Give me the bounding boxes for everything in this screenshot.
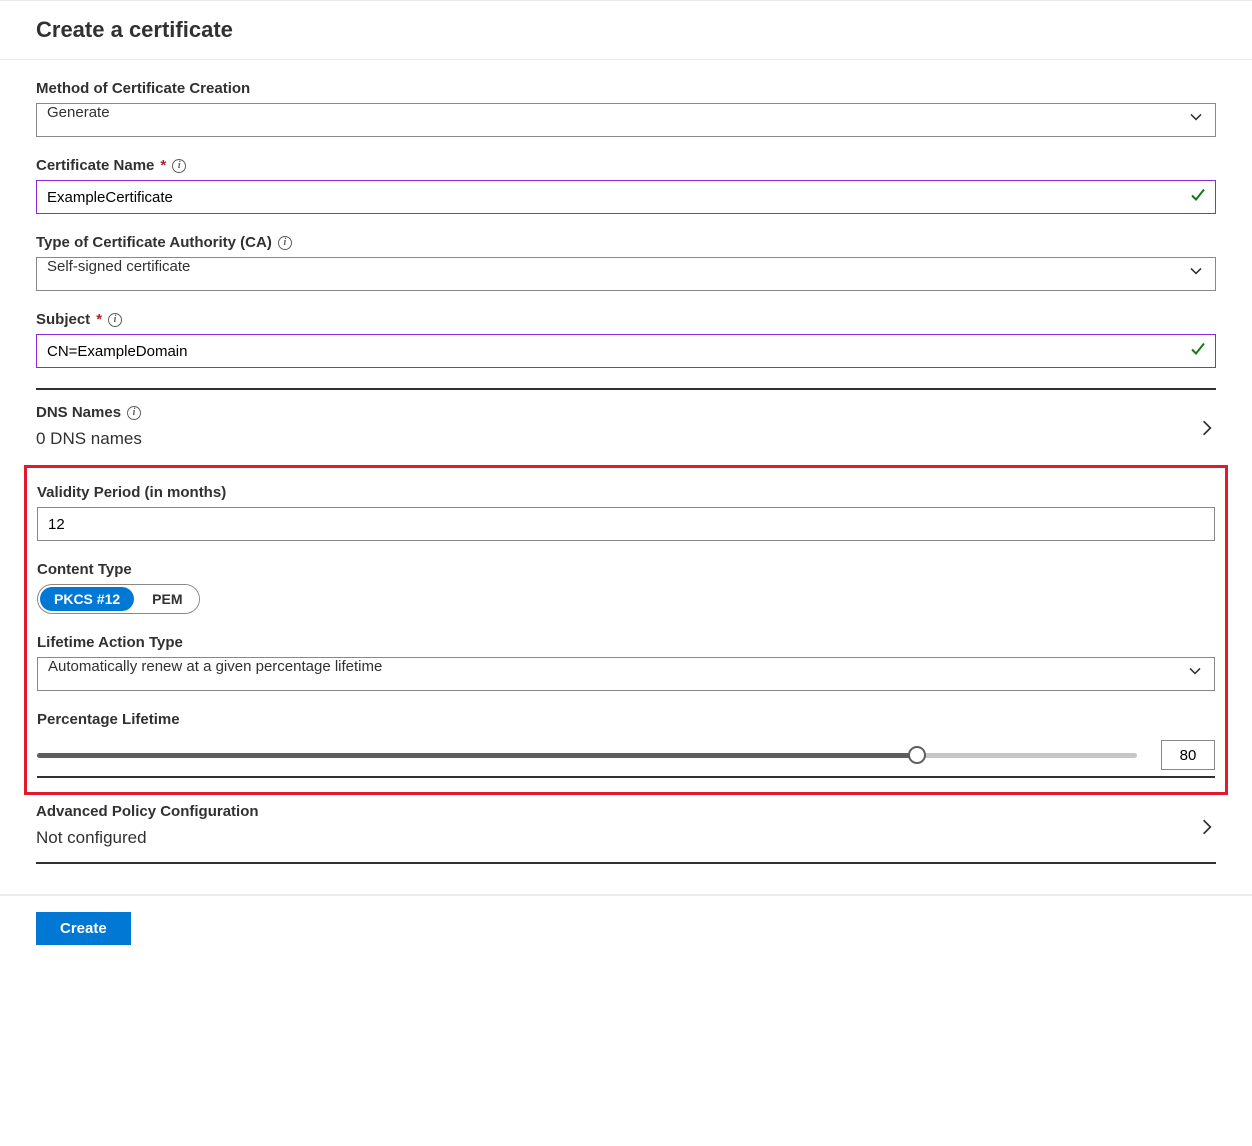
page-title: Create a certificate — [0, 1, 1252, 60]
check-icon — [1190, 187, 1206, 208]
percentage-lifetime-label: Percentage Lifetime — [37, 711, 1215, 728]
method-field: Method of Certificate Creation Generate — [36, 80, 1216, 137]
footer: Create — [0, 895, 1252, 961]
content-type-label: Content Type — [37, 561, 1215, 578]
info-icon[interactable]: i — [278, 236, 292, 250]
content-type-field: Content Type PKCS #12 PEM — [37, 561, 1215, 614]
dns-names-value: 0 DNS names — [36, 425, 142, 457]
dns-names-label: DNS Names — [36, 404, 121, 421]
cert-name-input[interactable] — [36, 180, 1216, 214]
validity-input[interactable] — [37, 507, 1215, 541]
info-icon[interactable]: i — [108, 313, 122, 327]
content-type-pem[interactable]: PEM — [136, 585, 198, 613]
percentage-lifetime-field: Percentage Lifetime — [37, 711, 1215, 770]
chevron-right-icon — [1198, 419, 1216, 442]
check-icon — [1190, 341, 1206, 362]
create-button[interactable]: Create — [36, 912, 131, 945]
chevron-right-icon — [1198, 818, 1216, 841]
validity-field: Validity Period (in months) — [37, 484, 1215, 541]
required-indicator: * — [96, 311, 102, 328]
content-type-pkcs12[interactable]: PKCS #12 — [40, 587, 134, 611]
info-icon[interactable]: i — [172, 159, 186, 173]
divider — [36, 862, 1216, 864]
info-icon[interactable]: i — [127, 406, 141, 420]
subject-label: Subject — [36, 311, 90, 328]
lifetime-action-label: Lifetime Action Type — [37, 634, 1215, 651]
cert-name-label: Certificate Name — [36, 157, 154, 174]
advanced-policy-value: Not configured — [36, 824, 259, 856]
content-type-toggle: PKCS #12 PEM — [37, 584, 200, 614]
subject-field: Subject * i — [36, 311, 1216, 368]
divider — [36, 388, 1216, 390]
dns-names-row[interactable]: DNS Names i 0 DNS names — [36, 404, 1216, 457]
method-select[interactable]: Generate — [36, 103, 1216, 137]
divider — [37, 776, 1215, 778]
subject-input[interactable] — [36, 334, 1216, 368]
advanced-policy-row[interactable]: Advanced Policy Configuration Not config… — [36, 803, 1216, 856]
validity-label: Validity Period (in months) — [37, 484, 1215, 501]
ca-type-select[interactable]: Self-signed certificate — [36, 257, 1216, 291]
required-indicator: * — [160, 157, 166, 174]
highlighted-section: Validity Period (in months) Content Type… — [24, 465, 1228, 795]
percentage-slider[interactable] — [37, 745, 1137, 765]
ca-type-field: Type of Certificate Authority (CA) i Sel… — [36, 234, 1216, 291]
advanced-policy-label: Advanced Policy Configuration — [36, 803, 259, 820]
ca-type-label: Type of Certificate Authority (CA) — [36, 234, 272, 251]
lifetime-action-field: Lifetime Action Type Automatically renew… — [37, 634, 1215, 691]
percentage-value-input[interactable] — [1161, 740, 1215, 770]
method-label: Method of Certificate Creation — [36, 80, 1216, 97]
cert-name-field: Certificate Name * i — [36, 157, 1216, 214]
lifetime-action-select[interactable]: Automatically renew at a given percentag… — [37, 657, 1215, 691]
